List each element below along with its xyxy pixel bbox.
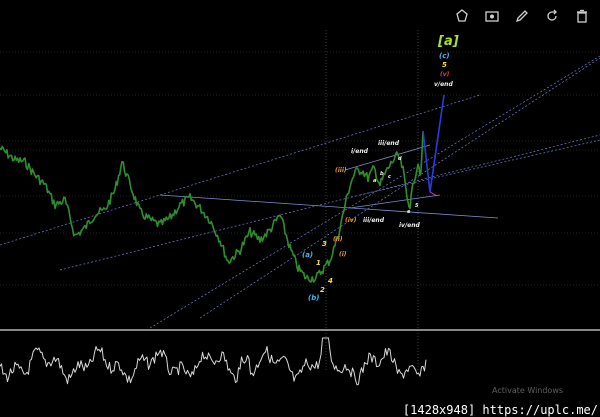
chart: [a] (c) 5 (v) v/end i/end iii/end (iii) … [0,0,600,417]
wave-label: i/end [351,148,369,155]
wave-label: b [380,171,384,177]
trash-icon [577,9,587,23]
wave-label: 2 [320,286,325,294]
wave-label: (a) [302,251,313,259]
wave-label: 5 [442,61,447,69]
refresh-icon [547,9,557,21]
wave-label: 5 [415,203,419,209]
wave-label: (v) [440,71,450,78]
wave-label: (i) [339,251,347,258]
wave-label: 3 [322,240,327,248]
image-size-caption: [1428x948] https://uplc.me/ [400,403,600,417]
wave-label: iv/end [399,222,421,229]
wave-label: [a] [437,34,459,49]
wave-label: (ii) [333,236,343,243]
delete-button[interactable] [572,6,592,26]
pencil-icon [515,10,528,23]
wave-label: iii/end [363,217,385,224]
wave-label: c [388,174,391,180]
chart-background [0,0,600,417]
screenshot-icon [485,11,499,22]
wave-label: iii/end [378,140,400,147]
activate-windows-watermark: Activate Windows [492,386,564,395]
wave-label: (b) [308,294,319,302]
wave-label: e [407,209,411,215]
wave-label: (c) [439,52,450,60]
wave-label: (iii) [335,167,347,174]
wave-label: (iv) [345,217,357,224]
refresh-button[interactable] [542,6,562,26]
wave-label: v/end [434,81,453,88]
wave-label: d [398,156,402,162]
wave-label: 1 [316,259,321,267]
chart-toolbar [452,6,592,26]
wave-label: 4 [328,277,333,285]
drawing-tools-icon [456,9,468,22]
pencil-button[interactable] [512,6,532,26]
screenshot-button[interactable] [482,6,502,26]
drawing-tools-button[interactable] [452,6,472,26]
